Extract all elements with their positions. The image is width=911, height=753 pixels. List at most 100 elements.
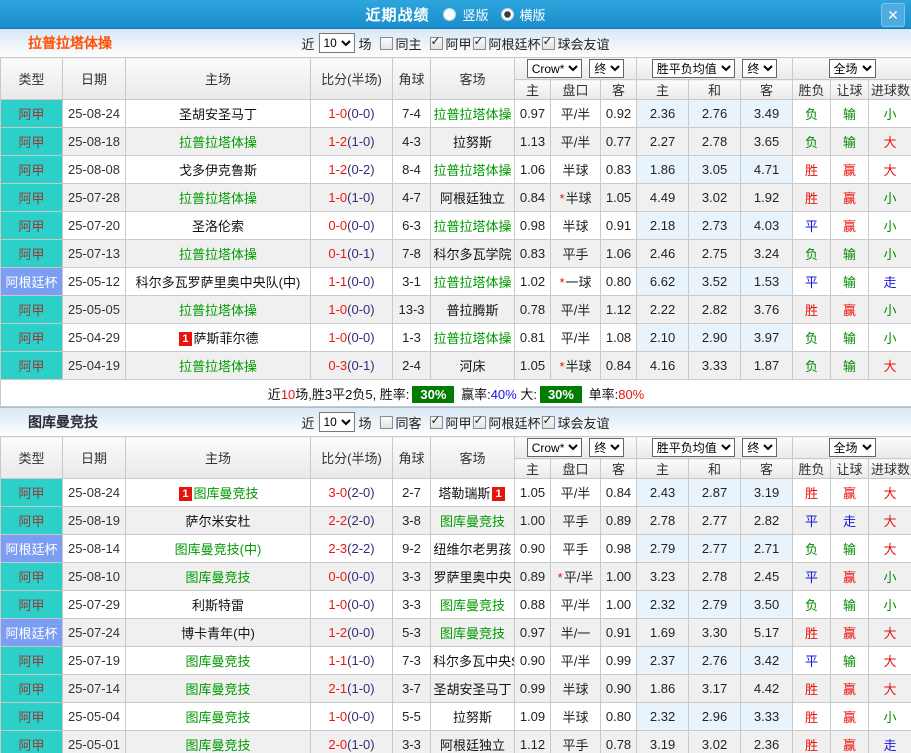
- result-handicap-cell: 赢: [830, 674, 870, 703]
- avg-draw-cell: 2.77: [688, 534, 742, 563]
- summary-part: 10: [280, 386, 296, 402]
- home-cell: 科尔多瓦罗萨里奥中央队(中): [125, 267, 311, 296]
- avg-win-cell: 2.79: [636, 534, 690, 563]
- league-checkbox-2[interactable]: [541, 36, 555, 50]
- type-cell: 阿甲: [0, 211, 63, 240]
- close-button[interactable]: ✕: [881, 3, 905, 27]
- final-avg-select-2[interactable]: 终: [742, 438, 778, 457]
- result-wdl-cell: 负: [792, 351, 832, 380]
- league-checkbox-2-0[interactable]: [429, 415, 443, 429]
- close-icon: ✕: [887, 6, 899, 23]
- score-cell: 1-2(0-0): [310, 618, 393, 647]
- sub-odds-home: 主: [514, 458, 551, 479]
- result-goal-cell: 小: [868, 239, 911, 268]
- summary-part: 场,胜3平2负5, 胜率:: [295, 386, 410, 402]
- home-cell: 拉普拉塔体操: [125, 351, 311, 380]
- odds-source-select[interactable]: Crow*: [526, 59, 582, 78]
- league-checkbox-0[interactable]: [429, 36, 443, 50]
- home-cell: 拉普拉塔体操: [125, 239, 311, 268]
- final-odds-select[interactable]: 终: [589, 59, 625, 78]
- same-venue-checkbox-2[interactable]: [379, 415, 393, 429]
- avg-select-2[interactable]: 胜平负均值: [651, 438, 735, 457]
- score-cell: 1-2(1-0): [310, 127, 393, 156]
- dialog-title: 近期战绩: [365, 6, 430, 24]
- odds-header-cell: Crow* 终: [513, 57, 638, 80]
- odds-home-cell: 0.83: [514, 239, 551, 268]
- summary-part: 40%: [490, 386, 517, 402]
- corner-cell: 2-4: [392, 351, 431, 380]
- same-venue-checkbox[interactable]: [379, 36, 393, 50]
- horizontal-layout-radio[interactable]: [500, 7, 514, 21]
- handicap-cell: 半球: [550, 674, 601, 703]
- odds-home-cell: 0.99: [514, 674, 551, 703]
- odds-away-cell: 0.91: [599, 618, 638, 647]
- avg-lose-cell: 3.19: [740, 478, 794, 507]
- vertical-layout-radio[interactable]: [443, 7, 457, 21]
- table-row: 阿甲 25-08-08 戈多伊克鲁斯 1-2(0-2) 8-4 拉普拉塔体操 1.06 半球 0…: [0, 155, 911, 184]
- result-wdl-cell: 平: [792, 506, 832, 535]
- result-wdl-cell: 平: [792, 211, 832, 240]
- table-row: 阿甲 25-05-05 拉普拉塔体操 1-0(0-0) 13-3 普拉腾斯 0.78 平/半 1…: [0, 295, 911, 324]
- final-odds-select-2[interactable]: 终: [589, 438, 625, 457]
- vertical-layout-label: 竖版: [462, 7, 489, 23]
- avg-win-cell: 4.16: [636, 351, 690, 380]
- home-cell: 圣胡安圣马丁: [125, 99, 311, 128]
- league-label-1: 阿根廷杯: [488, 36, 541, 52]
- sub-avg-win: 主: [636, 79, 690, 100]
- summary-part: 30%: [539, 385, 582, 403]
- handicap-cell: 平/半: [550, 295, 601, 324]
- away-cell: 普拉腾斯: [430, 295, 515, 324]
- summary-row: 近10场,胜3平2负5, 胜率: 30% 赢率:40% 大: 30% 单率:80%: [0, 379, 911, 407]
- type-cell: 阿根廷杯: [0, 267, 63, 296]
- near-count-select-2[interactable]: 10: [318, 412, 355, 432]
- result-wdl-cell: 负: [792, 534, 832, 563]
- type-cell: 阿甲: [0, 183, 63, 212]
- date-cell: 25-07-29: [62, 590, 126, 619]
- odds-home-cell: 1.06: [514, 155, 551, 184]
- odds-source-select-2[interactable]: Crow*: [526, 438, 582, 457]
- corner-cell: 3-1: [392, 267, 431, 296]
- home-cell: 博卡青年(中): [125, 618, 311, 647]
- avg-win-cell: 2.18: [636, 211, 690, 240]
- result-handicap-cell: 输: [830, 590, 870, 619]
- odds-home-cell: 1.09: [514, 702, 551, 731]
- avg-win-cell: 2.22: [636, 295, 690, 324]
- corner-cell: 8-4: [392, 155, 431, 184]
- sub-avg-draw: 和: [688, 458, 742, 479]
- corner-cell: 7-4: [392, 99, 431, 128]
- home-cell: 圣洛伦索: [125, 211, 311, 240]
- full-match-select[interactable]: 全场: [828, 59, 876, 78]
- avg-draw-cell: 2.90: [688, 323, 742, 352]
- avg-lose-cell: 3.50: [740, 590, 794, 619]
- result-wdl-cell: 胜: [792, 618, 832, 647]
- near-count-select[interactable]: 10: [318, 33, 355, 53]
- avg-win-cell: 1.86: [636, 155, 690, 184]
- avg-lose-cell: 1.87: [740, 351, 794, 380]
- rank-badge: 1: [492, 487, 505, 501]
- table-row: 阿甲 25-07-28 拉普拉塔体操 1-0(1-0) 4-7 阿根廷独立 0.84 *半球 1…: [0, 183, 911, 212]
- full-match-select-2[interactable]: 全场: [828, 438, 876, 457]
- result-wdl-cell: 负: [792, 323, 832, 352]
- league-checkbox-1[interactable]: [472, 36, 486, 50]
- score-cell: 2-3(2-2): [310, 534, 393, 563]
- type-cell: 阿根廷杯: [0, 534, 63, 563]
- avg-select[interactable]: 胜平负均值: [651, 59, 735, 78]
- avg-win-cell: 6.62: [636, 267, 690, 296]
- date-cell: 25-08-24: [62, 478, 126, 507]
- handicap-cell: *半球: [550, 183, 601, 212]
- filter-bar-1: 近 10 场 ✓ 同主 ✓ 阿甲 ✓ 阿根廷杯 ✓ 球会友谊: [301, 33, 610, 53]
- result-handicap-cell: 输: [830, 351, 870, 380]
- away-cell: 拉努斯: [430, 127, 515, 156]
- odds-away-cell: 0.92: [599, 99, 638, 128]
- type-cell: 阿甲: [0, 506, 63, 535]
- odds-away-cell: 0.99: [599, 646, 638, 675]
- avg-win-cell: 1.69: [636, 618, 690, 647]
- score-cell: 1-1(1-0): [310, 646, 393, 675]
- date-cell: 25-08-14: [62, 534, 126, 563]
- league-checkbox-2-2[interactable]: [541, 415, 555, 429]
- final-avg-select[interactable]: 终: [742, 59, 778, 78]
- avg-lose-cell: 3.24: [740, 239, 794, 268]
- odds-away-cell: 0.84: [599, 478, 638, 507]
- result-goal-cell: 小: [868, 323, 911, 352]
- league-checkbox-2-1[interactable]: [472, 415, 486, 429]
